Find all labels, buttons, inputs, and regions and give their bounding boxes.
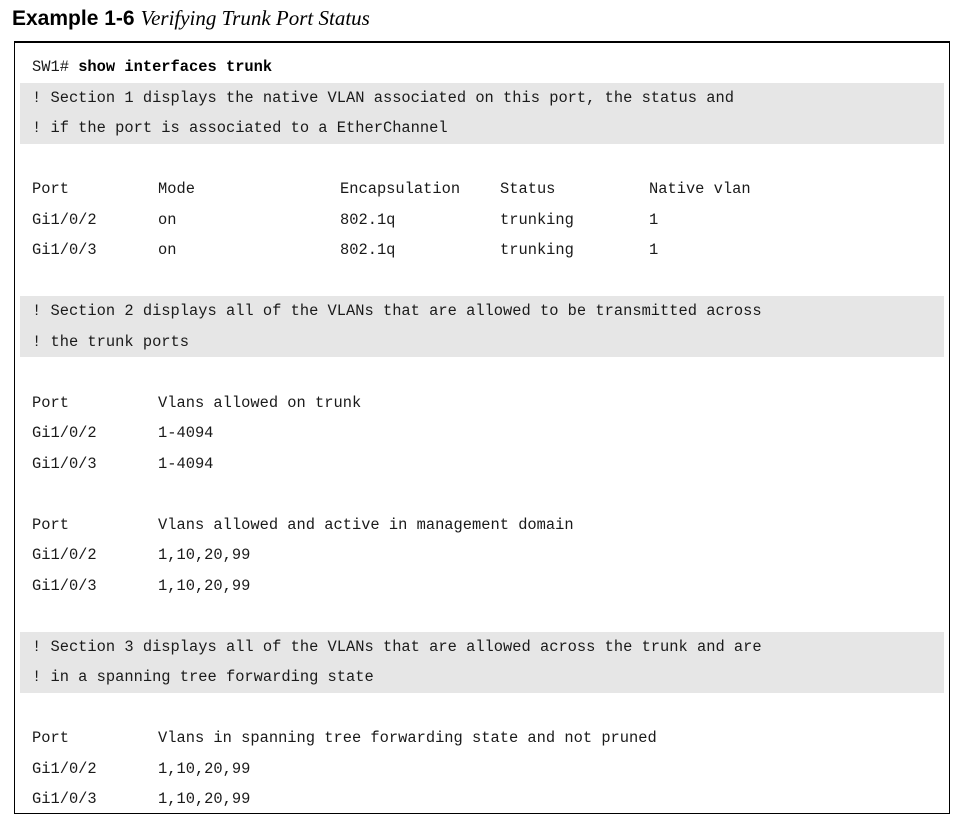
table4-header-row: Port Vlans in spanning tree forwarding st… bbox=[20, 723, 944, 754]
table1-header-row: Port Mode Encapsulation Status Native vlan bbox=[20, 174, 944, 205]
table3-cell-vlans: 1,10,20,99 bbox=[158, 576, 251, 595]
table1-header-status: Status bbox=[500, 180, 556, 198]
table1-header-native-vlan: Native vlan bbox=[649, 180, 751, 198]
table1-cell-port: Gi1/0/2 bbox=[32, 210, 97, 229]
table3-header-row: Port Vlans allowed and active in manageme… bbox=[20, 510, 944, 541]
code-listing: SW1# show interfaces trunk ! Section 1 d… bbox=[20, 52, 944, 815]
table2-row: Gi1/0/3 1-4094 bbox=[20, 449, 944, 480]
table3-cell-port: Gi1/0/2 bbox=[32, 546, 97, 564]
table2-header-vlans: Vlans allowed on trunk bbox=[158, 393, 362, 412]
table3-header-vlans: Vlans allowed and active in management d… bbox=[158, 515, 574, 534]
section1-comment-line1: ! Section 1 displays the native VLAN ass… bbox=[20, 82, 944, 113]
table3-row: Gi1/0/2 1,10,20,99 bbox=[20, 540, 944, 571]
section2-comment-line1: ! Section 2 displays all of the VLANs th… bbox=[20, 296, 944, 327]
section1-comment-line2: ! if the port is associated to a EtherCh… bbox=[20, 113, 944, 144]
table2-cell-port: Gi1/0/3 bbox=[32, 454, 97, 473]
table1-cell-native-vlan: 1 bbox=[649, 241, 659, 259]
table2-header-port: Port bbox=[32, 393, 69, 412]
table1-row: Gi1/0/2 on 802.1q trunking 1 bbox=[20, 205, 944, 236]
example-caption: Example 1-6 Verifying Trunk Port Status bbox=[12, 4, 370, 33]
table4-header-vlans: Vlans in spanning tree forwarding state … bbox=[158, 729, 657, 747]
table4-header-port: Port bbox=[32, 729, 69, 747]
example-label: Example 1-6 bbox=[12, 7, 135, 30]
table4-cell-port: Gi1/0/3 bbox=[32, 790, 97, 808]
command-text: show interfaces trunk bbox=[78, 58, 273, 76]
table1-cell-status: trunking bbox=[500, 210, 574, 229]
table3-row: Gi1/0/3 1,10,20,99 bbox=[20, 571, 944, 602]
table4-row: Gi1/0/3 1,10,20,99 bbox=[20, 784, 944, 815]
table2-header-row: Port Vlans allowed on trunk bbox=[20, 388, 944, 419]
table1-cell-mode: on bbox=[158, 210, 177, 229]
command-prompt: SW1# bbox=[32, 58, 79, 76]
code-listing-box: SW1# show interfaces trunk ! Section 1 d… bbox=[14, 41, 950, 814]
table1-cell-port: Gi1/0/3 bbox=[32, 241, 97, 259]
table4-row: Gi1/0/2 1,10,20,99 bbox=[20, 754, 944, 785]
table1-cell-status: trunking bbox=[500, 241, 574, 259]
table3-cell-vlans: 1,10,20,99 bbox=[158, 546, 251, 564]
table3-cell-port: Gi1/0/3 bbox=[32, 576, 97, 595]
table2-cell-port: Gi1/0/2 bbox=[32, 424, 97, 442]
command-line: SW1# show interfaces trunk bbox=[20, 52, 944, 83]
table2-row: Gi1/0/2 1-4094 bbox=[20, 418, 944, 449]
table2-cell-vlans: 1-4094 bbox=[158, 424, 214, 442]
example-title: Verifying Trunk Port Status bbox=[140, 6, 370, 30]
table4-cell-vlans: 1,10,20,99 bbox=[158, 759, 251, 778]
table4-cell-vlans: 1,10,20,99 bbox=[158, 790, 251, 808]
table4-cell-port: Gi1/0/2 bbox=[32, 759, 97, 778]
table2-cell-vlans: 1-4094 bbox=[158, 454, 214, 473]
table1-cell-mode: on bbox=[158, 241, 177, 259]
table1-header-mode: Mode bbox=[158, 180, 195, 198]
table1-cell-native-vlan: 1 bbox=[649, 210, 659, 229]
section3-comment-line1: ! Section 3 displays all of the VLANs th… bbox=[20, 631, 944, 662]
section3-comment-line2: ! in a spanning tree forwarding state bbox=[20, 662, 944, 693]
table1-cell-encapsulation: 802.1q bbox=[340, 241, 396, 259]
section2-comment-line2: ! the trunk ports bbox=[20, 326, 944, 357]
table3-header-port: Port bbox=[32, 515, 69, 534]
table1-header-encapsulation: Encapsulation bbox=[340, 180, 461, 198]
table1-cell-encapsulation: 802.1q bbox=[340, 210, 396, 229]
table1-row: Gi1/0/3 on 802.1q trunking 1 bbox=[20, 235, 944, 266]
table1-header-port: Port bbox=[32, 180, 69, 198]
